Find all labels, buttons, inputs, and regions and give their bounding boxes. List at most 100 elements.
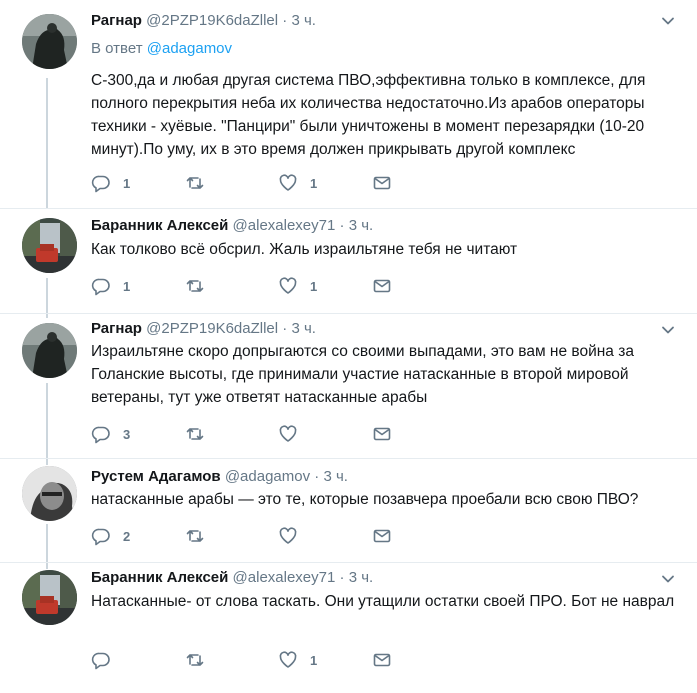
chevron-down-icon[interactable] <box>661 572 675 586</box>
speech-bubble-icon <box>91 652 110 670</box>
reply-count: 1 <box>123 278 131 294</box>
timestamp[interactable]: 3 ч. <box>349 217 374 234</box>
tweet[interactable]: Рустем Адагамов @adagamov · 3 ч. натаска… <box>0 458 697 562</box>
tweet-actions: 1 1 <box>91 276 401 296</box>
author-name[interactable]: Рустем Адагамов <box>91 468 221 485</box>
author-handle[interactable]: @alexalexey71 <box>233 217 336 234</box>
author-handle[interactable]: @adagamov <box>225 468 310 485</box>
direct-message-button[interactable] <box>372 173 392 193</box>
reply-button[interactable]: 1 <box>91 276 130 296</box>
author-name[interactable]: Рагнар <box>91 12 142 29</box>
author-name[interactable]: Баранник Алексей <box>91 569 228 586</box>
tweet-text: С-300,да и любая другая система ПВО,эффе… <box>91 72 646 158</box>
like-button[interactable]: 1 <box>278 173 317 193</box>
tweet-header: Рагнар @2PZP19K6daZllel · 3 ч. <box>91 11 316 31</box>
author-handle[interactable]: @alexalexey71 <box>233 569 336 586</box>
reply-button[interactable]: 1 <box>91 173 130 193</box>
reply-button[interactable] <box>91 650 123 670</box>
tweet-actions: 1 <box>91 650 401 670</box>
reply-context: В ответ @adagamov <box>91 39 232 59</box>
like-button[interactable]: 1 <box>278 650 317 670</box>
envelope-icon <box>373 176 391 190</box>
heart-icon <box>279 425 297 442</box>
heart-icon <box>279 277 297 294</box>
avatar-image-street <box>22 570 77 625</box>
separator-dot: · <box>314 468 320 485</box>
retweet-arrows-icon <box>186 280 204 292</box>
timestamp[interactable]: 3 ч. <box>323 468 348 485</box>
tweet-header: Баранник Алексей @alexalexey71 · 3 ч. <box>91 568 373 588</box>
separator-dot: · <box>282 320 288 337</box>
timestamp[interactable]: 3 ч. <box>349 569 374 586</box>
tweet[interactable]: Рагнар @2PZP19K6daZllel · 3 ч. В ответ @… <box>0 0 697 208</box>
heart-icon <box>279 174 297 191</box>
envelope-icon <box>373 653 391 667</box>
chevron-down-icon[interactable] <box>661 14 675 28</box>
tweet-header: Баранник Алексей @alexalexey71 · 3 ч. <box>91 216 373 236</box>
tweet-actions: 1 1 <box>91 173 401 193</box>
avatar[interactable] <box>22 570 77 625</box>
retweet-button[interactable] <box>185 276 217 296</box>
author-name[interactable]: Рагнар <box>91 320 142 337</box>
direct-message-button[interactable] <box>372 424 392 444</box>
speech-bubble-icon <box>91 426 110 444</box>
envelope-icon <box>373 529 391 543</box>
avatar[interactable] <box>22 218 77 273</box>
like-count: 1 <box>310 652 318 668</box>
author-name[interactable]: Баранник Алексей <box>91 217 228 234</box>
author-handle[interactable]: @2PZP19K6daZllel <box>146 12 278 29</box>
tweet-actions: 3 <box>91 424 401 444</box>
separator-dot: · <box>339 217 345 234</box>
retweet-button[interactable] <box>185 173 217 193</box>
avatar[interactable] <box>22 323 77 378</box>
reply-button[interactable]: 2 <box>91 526 130 546</box>
envelope-icon <box>373 279 391 293</box>
retweet-arrows-icon <box>186 428 204 440</box>
envelope-icon <box>373 427 391 441</box>
reply-to-link[interactable]: @adagamov <box>147 40 232 57</box>
avatar-image-dark-figure <box>22 14 77 69</box>
avatar[interactable] <box>22 466 77 521</box>
heart-icon <box>279 651 297 668</box>
retweet-button[interactable] <box>185 424 217 444</box>
tweet-text: Как толково всё обсрил. Жаль израильтяне… <box>91 241 518 258</box>
separator-dot: · <box>282 12 288 29</box>
tweet[interactable]: Рагнар @2PZP19K6daZllel · 3 ч. Израильтя… <box>0 313 697 458</box>
retweet-arrows-icon <box>186 177 204 189</box>
tweet[interactable]: Баранник Алексей @alexalexey71 · 3 ч. Ка… <box>0 208 697 313</box>
tweet[interactable]: Баранник Алексей @alexalexey71 · 3 ч. На… <box>0 562 697 693</box>
reply-count: 3 <box>123 426 131 442</box>
direct-message-button[interactable] <box>372 276 392 296</box>
tweet-text: натасканные арабы — это те, которые поза… <box>91 491 639 508</box>
timestamp[interactable]: 3 ч. <box>291 12 316 29</box>
retweet-arrows-icon <box>186 530 204 542</box>
retweet-button[interactable] <box>185 650 217 670</box>
retweet-button[interactable] <box>185 526 217 546</box>
separator-dot: · <box>339 569 345 586</box>
reply-count: 1 <box>123 175 131 191</box>
speech-bubble-icon <box>91 278 110 296</box>
author-handle[interactable]: @2PZP19K6daZllel <box>146 320 278 337</box>
timestamp[interactable]: 3 ч. <box>291 320 316 337</box>
direct-message-button[interactable] <box>372 526 392 546</box>
like-button[interactable]: 1 <box>278 276 317 296</box>
avatar-image-portrait-bw <box>22 466 77 521</box>
like-count: 1 <box>310 278 318 294</box>
tweet-text: Израильтяне скоро допрыгаются со своими … <box>91 343 634 406</box>
avatar-image-street <box>22 218 77 273</box>
tweet-thread: Рагнар @2PZP19K6daZllel · 3 ч. В ответ @… <box>0 0 697 693</box>
avatar[interactable] <box>22 14 77 69</box>
tweet-header: Рагнар @2PZP19K6daZllel · 3 ч. <box>91 319 316 339</box>
speech-bubble-icon <box>91 175 110 193</box>
reply-button[interactable]: 3 <box>91 424 130 444</box>
avatar-image-dark-figure <box>22 323 77 378</box>
reply-prefix: В ответ <box>91 40 143 57</box>
chevron-down-icon[interactable] <box>661 323 675 337</box>
direct-message-button[interactable] <box>372 650 392 670</box>
like-button[interactable] <box>278 526 310 546</box>
speech-bubble-icon <box>91 528 110 546</box>
like-button[interactable] <box>278 424 310 444</box>
retweet-arrows-icon <box>186 654 204 666</box>
tweet-header: Рустем Адагамов @adagamov · 3 ч. <box>91 467 348 487</box>
like-count: 1 <box>310 175 318 191</box>
